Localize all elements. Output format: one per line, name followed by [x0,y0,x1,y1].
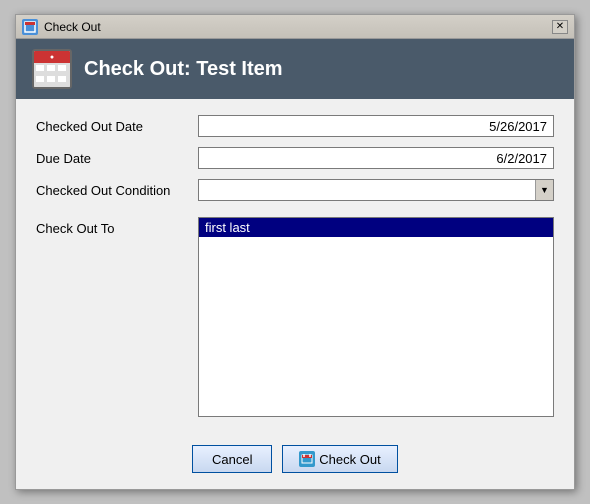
checked-out-date-row: Checked Out Date [36,115,554,137]
list-item-selected[interactable]: first last [199,218,553,237]
title-bar: Check Out ✕ [16,15,574,39]
check-out-to-label: Check Out To [36,217,186,417]
check-out-to-list[interactable]: first last [198,217,554,417]
title-bar-left: Check Out [22,19,101,35]
checkout-icon [299,451,315,467]
dropdown-arrow-icon[interactable]: ▼ [535,180,553,200]
checked-out-condition-value [199,180,535,200]
checkout-label: Check Out [319,452,380,467]
checkout-dialog: Check Out ✕ ● Check Out: Test Item [15,14,575,490]
checked-out-condition-select[interactable]: ▼ [198,179,554,201]
checked-out-condition-label: Checked Out Condition [36,183,186,198]
dialog-title: Check Out: Test Item [84,58,283,81]
due-date-input[interactable] [198,147,554,169]
due-date-label: Due Date [36,151,186,166]
calendar-body [34,63,70,87]
checked-out-date-input[interactable] [198,115,554,137]
button-row: Cancel Check Out [16,433,574,489]
dialog-header: ● Check Out: Test Item [16,39,574,99]
cancel-button[interactable]: Cancel [192,445,272,473]
check-out-to-section: Check Out To first last [36,217,554,417]
header-icon: ● [32,49,72,89]
checked-out-condition-row: Checked Out Condition ▼ [36,179,554,201]
window-title: Check Out [44,20,101,34]
window-icon [22,19,38,35]
close-button[interactable]: ✕ [552,20,568,34]
calendar-top: ● [34,51,70,63]
calendar-icon: ● [32,49,72,89]
checkout-button[interactable]: Check Out [282,445,397,473]
dialog-body: Checked Out Date Due Date Checked Out Co… [16,99,574,433]
checked-out-date-label: Checked Out Date [36,119,186,134]
cancel-label: Cancel [212,452,252,467]
due-date-row: Due Date [36,147,554,169]
